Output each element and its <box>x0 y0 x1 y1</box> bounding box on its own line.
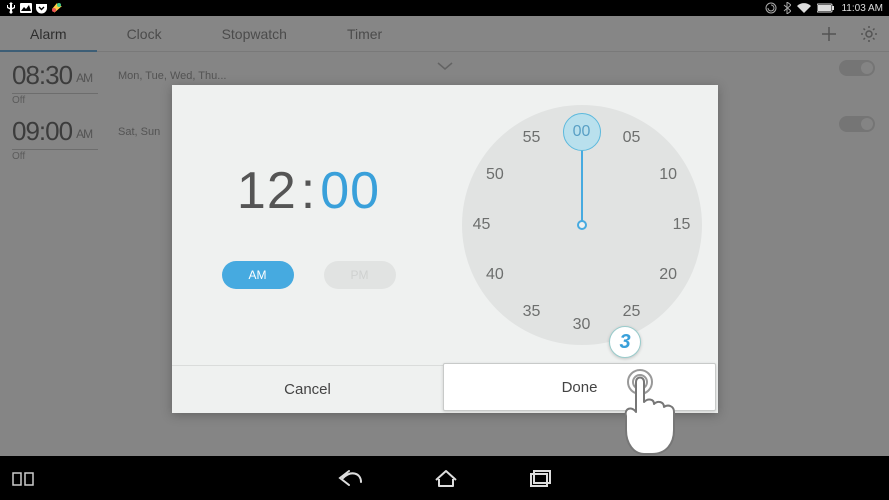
navigation-bar <box>0 456 889 500</box>
minute-tick[interactable]: 10 <box>655 166 681 184</box>
status-bar: 11:03 AM <box>0 0 889 16</box>
sync-icon <box>765 2 777 14</box>
picker-hour[interactable]: 12 <box>237 161 297 221</box>
minute-tick[interactable]: 20 <box>655 266 681 284</box>
drive-icon <box>51 2 63 14</box>
clock-center <box>577 220 587 230</box>
bluetooth-icon <box>783 2 791 14</box>
overview-icon[interactable] <box>529 469 553 487</box>
tutorial-step-badge: 3 <box>609 326 641 358</box>
usb-icon <box>6 2 16 14</box>
recent-apps-icon[interactable] <box>12 470 34 486</box>
battery-icon <box>817 3 835 13</box>
minute-tick[interactable]: 15 <box>669 216 695 234</box>
clock-face[interactable]: 00 05 10 15 20 25 30 35 40 45 50 55 <box>462 105 702 345</box>
cancel-button[interactable]: Cancel <box>172 365 443 413</box>
am-button[interactable]: AM <box>222 261 294 289</box>
digital-time-display: 12 : 00 <box>237 161 380 221</box>
minute-tick[interactable]: 45 <box>469 216 495 234</box>
time-picker-dialog: 12 : 00 AM PM 00 05 10 15 20 25 30 35 40 45 50 55 <box>172 85 718 413</box>
minute-tick[interactable]: 30 <box>569 316 595 334</box>
minute-tick[interactable]: 35 <box>519 303 545 321</box>
selected-minute-bubble[interactable]: 00 <box>563 113 601 151</box>
minute-tick[interactable]: 40 <box>482 266 508 284</box>
done-button[interactable]: Done <box>443 363 716 411</box>
time-colon: : <box>297 161 320 221</box>
image-icon <box>20 3 32 13</box>
minute-tick[interactable]: 05 <box>619 129 645 147</box>
wifi-icon <box>797 3 811 13</box>
pocket-icon <box>36 3 47 14</box>
minute-tick[interactable]: 55 <box>519 129 545 147</box>
status-time: 11:03 AM <box>841 3 883 14</box>
home-icon[interactable] <box>433 468 459 488</box>
back-icon[interactable] <box>337 468 363 488</box>
picker-minute[interactable]: 00 <box>320 161 380 221</box>
minute-tick[interactable]: 50 <box>482 166 508 184</box>
minute-tick[interactable]: 25 <box>619 303 645 321</box>
pm-button[interactable]: PM <box>324 261 396 289</box>
